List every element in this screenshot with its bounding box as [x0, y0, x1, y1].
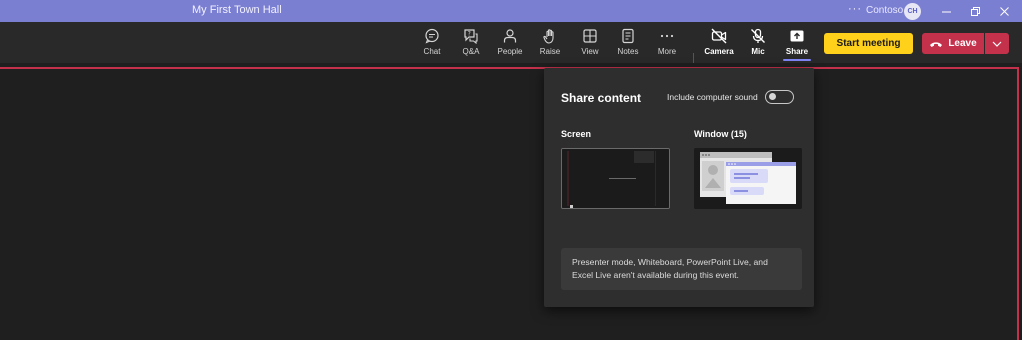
- computer-sound-label: Include computer sound: [667, 92, 758, 102]
- restore-icon[interactable]: [966, 2, 984, 20]
- people-icon: [503, 29, 517, 43]
- window-thumbnail[interactable]: [694, 148, 802, 209]
- share-content-heading: Share content: [561, 91, 642, 105]
- window-preview-image: [694, 148, 802, 209]
- mic-button[interactable]: Mic: [741, 28, 775, 60]
- chat-button[interactable]: Chat: [415, 28, 449, 60]
- sharing-border-right: [1017, 67, 1019, 340]
- camera-label: Camera: [704, 47, 734, 56]
- minimize-icon[interactable]: [937, 2, 955, 20]
- leave-label: Leave: [948, 38, 977, 49]
- people-label: People: [497, 47, 523, 56]
- title-bar: My First Town Hall ··· Contoso CH: [0, 0, 1022, 22]
- notes-label: Notes: [617, 47, 639, 56]
- mic-off-icon: [751, 28, 765, 43]
- more-options-icon[interactable]: ···: [848, 3, 862, 15]
- qna-icon: ?: [464, 29, 478, 44]
- hang-up-icon: [930, 41, 943, 47]
- view-icon: [583, 29, 597, 43]
- sharing-border-top: [0, 67, 1019, 69]
- qna-button[interactable]: ? Q&A: [454, 28, 488, 60]
- avatar[interactable]: CH: [904, 3, 921, 20]
- qna-label: Q&A: [462, 47, 480, 56]
- raise-hand-icon: [543, 29, 554, 44]
- chevron-down-icon: [992, 41, 1002, 47]
- more-button[interactable]: More: [650, 28, 684, 60]
- share-icon: [790, 30, 804, 42]
- mic-label: Mic: [751, 47, 765, 56]
- org-name[interactable]: Contoso: [866, 5, 903, 16]
- notes-icon: [622, 28, 634, 44]
- toggle-knob: [769, 93, 776, 100]
- notes-button[interactable]: Notes: [611, 28, 645, 60]
- people-button[interactable]: People: [493, 28, 527, 60]
- window-section-label: Window (15): [694, 129, 747, 139]
- leave-options-button[interactable]: [985, 33, 1009, 54]
- raise-label: Raise: [539, 47, 561, 56]
- share-label: Share: [785, 47, 809, 56]
- close-icon[interactable]: [995, 2, 1013, 20]
- screen-section-label: Screen: [561, 129, 592, 139]
- chat-label: Chat: [423, 47, 441, 56]
- chat-icon: [425, 28, 439, 44]
- camera-off-icon: [711, 28, 727, 44]
- computer-sound-toggle[interactable]: [765, 90, 794, 104]
- leave-button[interactable]: Leave: [922, 33, 984, 54]
- svg-text:?: ?: [468, 31, 471, 38]
- share-content-panel: Share content Include computer sound Scr…: [544, 68, 814, 307]
- more-label: More: [657, 47, 677, 56]
- view-button[interactable]: View: [573, 28, 607, 60]
- unavailable-features-notice: Presenter mode, Whiteboard, PowerPoint L…: [561, 248, 802, 290]
- more-icon: [660, 34, 674, 38]
- share-button[interactable]: Share: [780, 28, 814, 61]
- camera-button[interactable]: Camera: [702, 28, 736, 60]
- screen-preview-image: [562, 149, 669, 208]
- meeting-stage: [0, 63, 1022, 340]
- raise-hand-button[interactable]: Raise: [533, 28, 567, 60]
- screen-thumbnail[interactable]: [561, 148, 670, 209]
- view-label: View: [581, 47, 599, 56]
- window-title: My First Town Hall: [192, 4, 282, 16]
- start-meeting-button[interactable]: Start meeting: [824, 33, 913, 54]
